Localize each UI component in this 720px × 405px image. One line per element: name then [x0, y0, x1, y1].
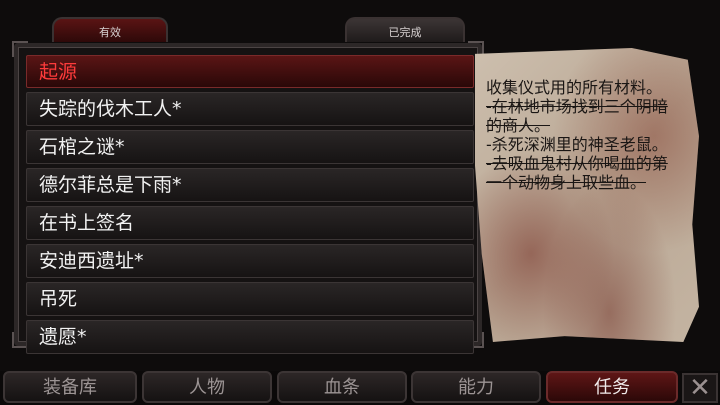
quest-task-completed: -去吸血鬼村从你喝血的第一个动物身上取些血。 [486, 154, 668, 192]
quest-description: 收集仪式用的所有材料。 -在林地市场找到三个阴暗的商人。 -杀死深渊里的神圣老鼠… [486, 78, 682, 192]
quest-item-last-wish[interactable]: 遗愿* [26, 320, 474, 354]
quest-task-pending: -杀死深渊里的神圣老鼠。 [486, 135, 668, 154]
nav-tab-character[interactable]: 人物 [142, 371, 272, 403]
close-button[interactable]: ✕ [682, 373, 718, 403]
nav-tab-inventory[interactable]: 装备库 [3, 371, 137, 403]
quest-list: 起源 失踪的伐木工人* 石棺之谜* 德尔菲总是下雨* 在书上签名 安迪西遗址* … [26, 55, 474, 358]
quest-list-panel: 起源 失踪的伐木工人* 石棺之谜* 德尔菲总是下雨* 在书上签名 安迪西遗址* … [12, 41, 484, 354]
bottom-nav-bar: 装备库 人物 血条 能力 任务 [0, 371, 720, 405]
quest-item-hanged[interactable]: 吊死 [26, 282, 474, 316]
quest-description-intro: 收集仪式用的所有材料。 [486, 78, 663, 97]
tab-active-quests[interactable]: 有效 [52, 17, 168, 42]
quest-task-completed: -在林地市场找到三个阴暗的商人。 [486, 97, 668, 135]
quest-item-missing-lumberjack[interactable]: 失踪的伐木工人* [26, 92, 474, 126]
quest-item-andixi-ruins[interactable]: 安迪西遗址* [26, 244, 474, 278]
nav-tab-blood[interactable]: 血条 [277, 371, 407, 403]
quest-item-sign-book[interactable]: 在书上签名 [26, 206, 474, 240]
nav-tab-abilities[interactable]: 能力 [411, 371, 541, 403]
nav-tab-quests[interactable]: 任务 [546, 371, 678, 403]
quest-item-origin[interactable]: 起源 [26, 55, 474, 88]
quest-item-sarcophagus-mystery[interactable]: 石棺之谜* [26, 130, 474, 164]
quest-item-delphi-rain[interactable]: 德尔菲总是下雨* [26, 168, 474, 202]
tab-completed-quests[interactable]: 已完成 [345, 17, 465, 42]
